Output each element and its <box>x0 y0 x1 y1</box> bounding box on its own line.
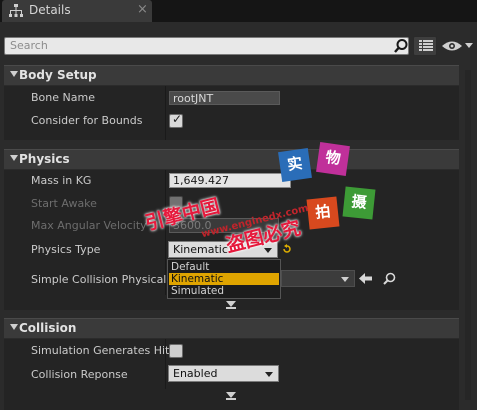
bone-name-field: rootJNT <box>169 91 280 105</box>
use-selected-arrow-icon[interactable] <box>359 273 372 284</box>
watermark-badge: 实 <box>278 148 312 182</box>
checkmark-icon: ✓ <box>172 112 183 126</box>
scrollbar[interactable] <box>465 70 471 400</box>
close-icon[interactable]: × <box>137 2 148 17</box>
section-title: Collision <box>19 321 77 335</box>
section-title: Physics <box>19 152 70 166</box>
simple-collision-dropdown[interactable] <box>281 270 355 287</box>
physics-type-value: Kinematic <box>173 243 228 256</box>
physics-type-menu: Default Kinematic Simulated <box>167 259 281 299</box>
tab-bar: Details × <box>0 0 477 22</box>
search-placeholder: Search <box>10 39 48 52</box>
collapse-arrow-icon <box>10 155 18 161</box>
collision-response-dropdown[interactable]: Enabled <box>168 365 279 382</box>
sim-hit-label: Simulation Generates Hit I <box>31 344 177 357</box>
start-awake-label: Start Awake <box>31 197 97 210</box>
tab-details[interactable]: Details × <box>2 0 152 22</box>
collapse-arrow-icon <box>10 71 18 77</box>
reset-to-default-icon[interactable] <box>282 244 292 254</box>
section-header-collision[interactable]: Collision <box>4 318 459 338</box>
section-header-physics[interactable]: Physics <box>4 149 459 169</box>
search-icon[interactable] <box>392 38 410 54</box>
grid-icon <box>419 40 433 51</box>
property-matrix-button[interactable] <box>413 36 437 56</box>
watermark-badge: 摄 <box>342 186 376 220</box>
section-title: Body Setup <box>19 68 97 82</box>
watermark-badge: 拍 <box>306 196 340 230</box>
expand-advanced-bar <box>226 398 236 400</box>
tab-title: Details <box>29 3 71 17</box>
mass-label: Mass in KG <box>31 174 92 187</box>
hierarchy-icon <box>9 4 23 17</box>
collision-response-label: Collision Reponse <box>31 368 128 381</box>
chevron-down-icon <box>265 372 273 377</box>
chevron-down-icon <box>341 277 349 282</box>
collision-response-value: Enabled <box>173 367 218 380</box>
watermark-badge: 物 <box>316 142 350 176</box>
section-header-body-setup[interactable]: Body Setup <box>4 65 459 85</box>
physics-type-label: Physics Type <box>31 243 101 256</box>
browse-icon[interactable] <box>383 272 396 285</box>
menu-item-simulated[interactable]: Simulated <box>169 285 279 297</box>
bone-name-label: Bone Name <box>31 91 95 104</box>
consider-bounds-checkbox[interactable]: ✓ <box>169 112 183 128</box>
max-angular-velocity-label: Max Angular Velocity <box>31 219 147 232</box>
simple-collision-label: Simple Collision Physical <box>31 273 167 286</box>
view-options-button[interactable] <box>441 36 475 56</box>
consider-bounds-label: Consider for Bounds <box>31 114 143 127</box>
search-input[interactable]: Search <box>4 37 409 55</box>
eye-icon <box>442 41 462 51</box>
menu-item-default[interactable]: Default <box>169 261 279 273</box>
mass-field[interactable]: 1,649.427 <box>169 173 291 188</box>
column-divider[interactable] <box>165 86 166 140</box>
sim-hit-checkbox[interactable] <box>169 344 183 358</box>
menu-item-kinematic[interactable]: Kinematic <box>169 273 279 285</box>
collapse-arrow-icon <box>10 324 18 330</box>
expand-advanced-bar <box>226 307 236 309</box>
chevron-down-icon <box>465 43 473 48</box>
